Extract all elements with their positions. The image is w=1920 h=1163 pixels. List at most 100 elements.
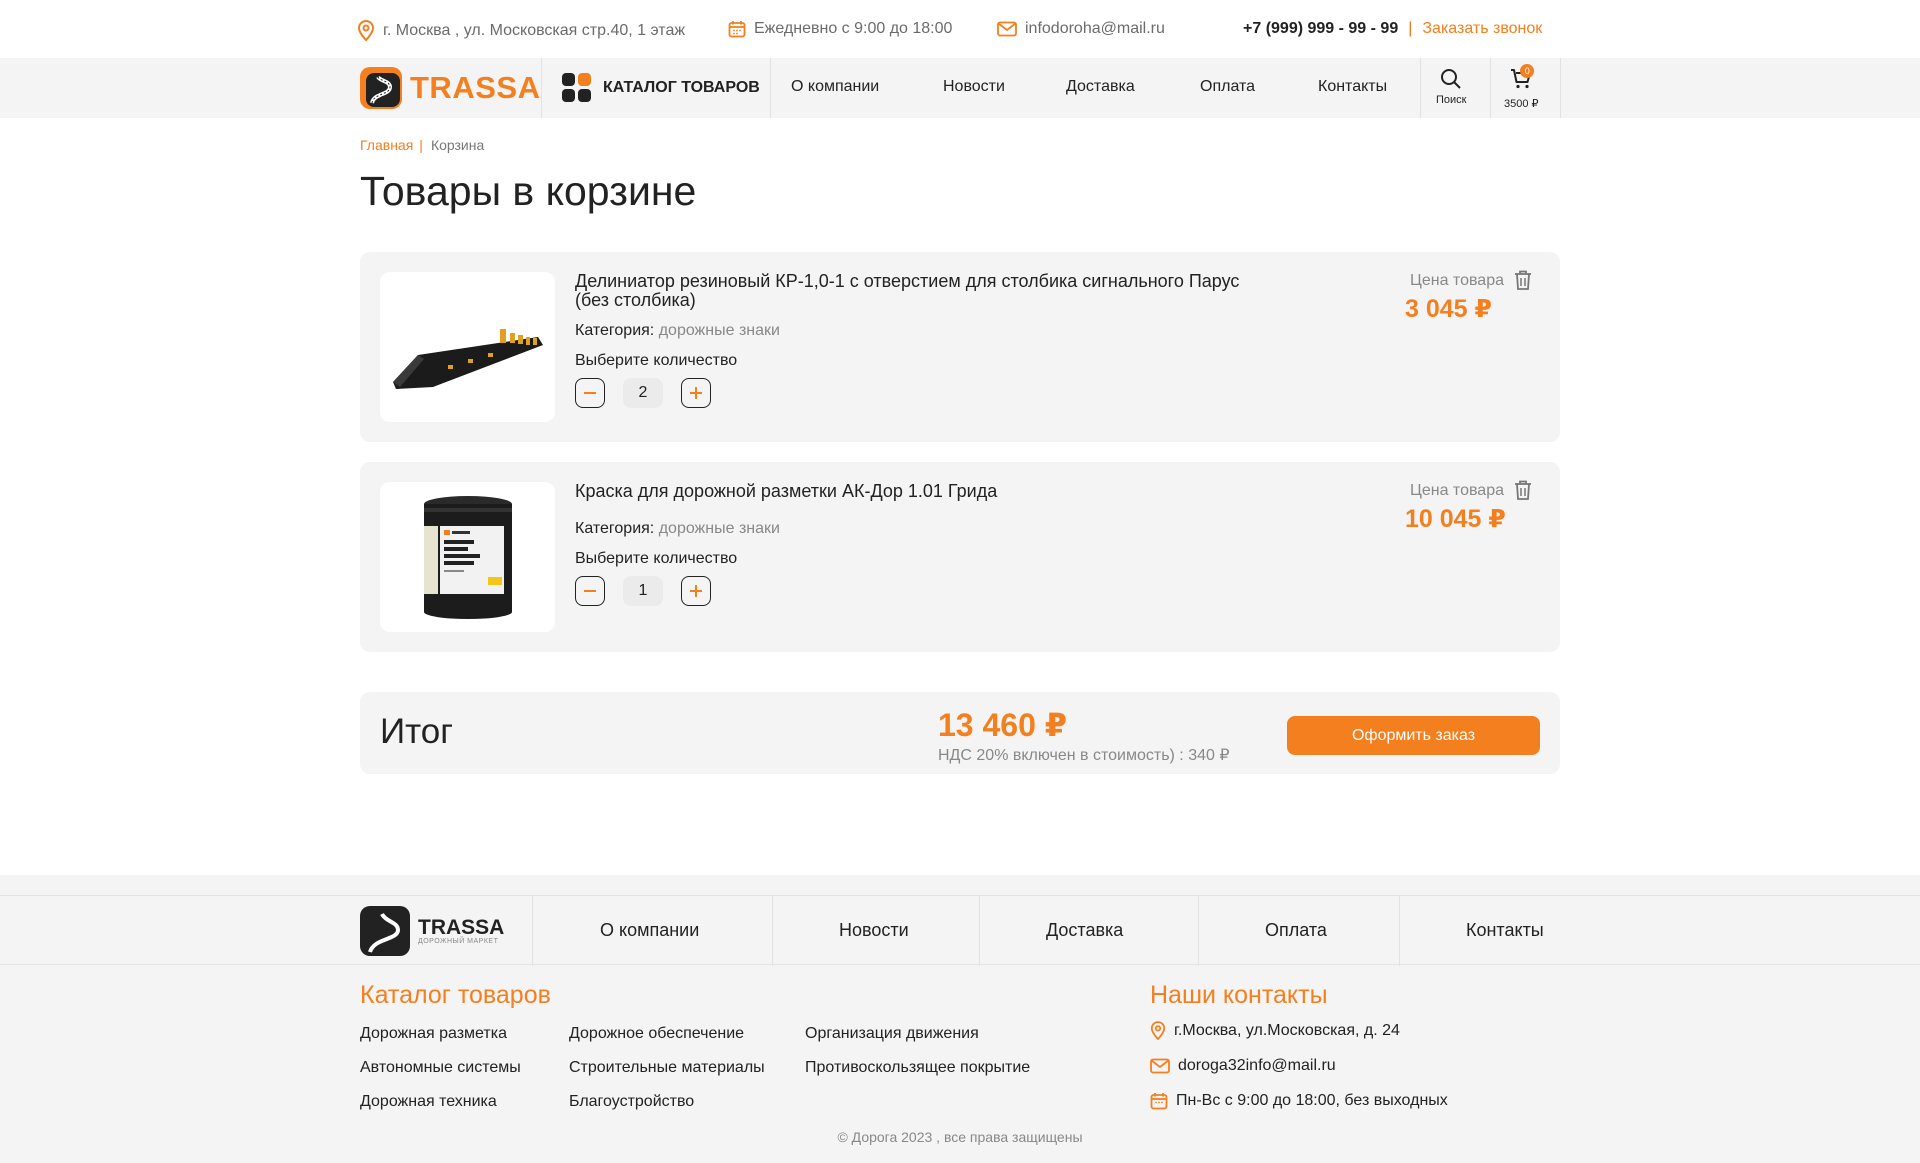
choose-qty-label: Выберите количество [575, 352, 738, 369]
hours-info: Ежедневно с 9:00 до 18:00 [728, 20, 952, 38]
delineator-product-image [392, 329, 543, 389]
catalog-link[interactable]: Строительные материалы [569, 1059, 765, 1077]
footer-logo-text: TRASSA [418, 915, 505, 939]
paint-bucket-product-image [423, 496, 512, 619]
callback-link[interactable]: Заказать звонок [1422, 20, 1542, 38]
footer-link-contacts[interactable]: Контакты [1466, 920, 1544, 941]
catalog-link[interactable]: Дорожное обеспечение [569, 1025, 744, 1043]
logo-road-icon [360, 906, 410, 956]
footer-logo[interactable]: TRASSA ДОРОЖНЫЙ МАРКЕТ [360, 906, 504, 956]
search-button[interactable]: Поиск [1436, 68, 1466, 106]
catalog-link[interactable]: Противоскользящее покрытие [805, 1059, 1030, 1077]
location-pin-icon [357, 20, 375, 42]
price-value: 10 045 ₽ [1405, 505, 1506, 533]
qty-value[interactable]: 2 [623, 378, 663, 408]
price-value: 3 045 ₽ [1405, 295, 1492, 323]
footer-address: г.Москва, ул.Московская, д. 24 [1150, 1021, 1400, 1041]
site-logo[interactable]: TRASSA [360, 66, 540, 110]
search-label: Поиск [1436, 94, 1467, 106]
nav-link-payment[interactable]: Оплата [1200, 78, 1255, 96]
site-footer: TRASSA ДОРОЖНЫЙ МАРКЕТ О компании Новост… [0, 875, 1920, 1163]
remove-item-button[interactable] [1514, 270, 1532, 295]
cart-item: Краска для дорожной разметки АК-Дор 1.01… [360, 462, 1560, 652]
qty-increase-button[interactable] [681, 576, 711, 606]
nav-link-about[interactable]: О компании [791, 78, 879, 96]
footer-hours: Пн-Вс с 9:00 до 18:00, без выходных [1150, 1092, 1448, 1110]
qty-decrease-button[interactable] [575, 576, 605, 606]
footer-link-payment[interactable]: Оплата [1265, 920, 1327, 941]
nav-divider [1560, 58, 1561, 118]
quantity-stepper: 1 [575, 576, 711, 606]
cart-button[interactable]: 0 3500 ₽ [1504, 64, 1539, 110]
mail-icon [997, 21, 1017, 37]
minus-icon [584, 392, 596, 394]
nav-link-contacts[interactable]: Контакты [1318, 78, 1387, 96]
footer-address-text: г.Москва, ул.Московская, д. 24 [1174, 1022, 1400, 1039]
footer-divider [532, 896, 533, 966]
breadcrumb-home[interactable]: Главная [360, 137, 413, 153]
catalog-grid-icon [562, 73, 591, 102]
email-info[interactable]: infodoroha@mail.ru [997, 20, 1165, 38]
phone-divider: | [1408, 20, 1413, 37]
nav-divider [770, 58, 771, 118]
footer-divider [1198, 896, 1199, 966]
nav-link-news[interactable]: Новости [943, 78, 1005, 96]
breadcrumb-current: Корзина [430, 137, 485, 153]
email-link[interactable]: infodoroha@mail.ru [1025, 20, 1165, 38]
phone-block: +7 (999) 999 - 99 - 99 | Заказать звонок [1243, 20, 1542, 38]
copyright: © Дорога 2023 , все права защищены [837, 1129, 1083, 1145]
category-value[interactable]: дорожные знаки [659, 520, 780, 537]
cart-total-label: 3500 ₽ [1504, 98, 1539, 110]
address-text: г. Москва , ул. Московская стр.40, 1 эта… [383, 22, 686, 39]
top-info-bar: г. Москва , ул. Московская стр.40, 1 эта… [0, 0, 1920, 58]
nav-link-delivery[interactable]: Доставка [1066, 78, 1135, 96]
nav-divider [541, 58, 542, 118]
catalog-link[interactable]: Дорожная разметка [360, 1025, 507, 1043]
footer-email[interactable]: doroga32info@mail.ru [1150, 1057, 1336, 1075]
logo-road-icon [360, 67, 402, 109]
category-label: Категория: [575, 322, 655, 339]
price-label: Цена товара [1410, 482, 1504, 499]
choose-qty-label: Выберите количество [575, 550, 738, 567]
catalog-button[interactable]: КАТАЛОГ ТОВАРОВ [562, 73, 760, 102]
footer-link-about[interactable]: О компании [600, 920, 699, 941]
qty-increase-button[interactable] [681, 378, 711, 408]
total-label: Итог [380, 712, 454, 751]
footer-divider [1399, 896, 1400, 966]
footer-email-text[interactable]: doroga32info@mail.ru [1178, 1057, 1336, 1075]
phone-number[interactable]: +7 (999) 999 - 99 - 99 [1243, 20, 1398, 38]
product-name[interactable]: Краска для дорожной разметки АК-Дор 1.01… [575, 482, 1275, 501]
footer-link-news[interactable]: Новости [839, 920, 909, 941]
remove-item-button[interactable] [1514, 480, 1532, 505]
footer-nav: TRASSA ДОРОЖНЫЙ МАРКЕТ О компании Новост… [0, 895, 1920, 966]
mail-icon [1150, 1058, 1170, 1074]
price-label: Цена товара [1410, 272, 1504, 289]
category-value[interactable]: дорожные знаки [659, 322, 780, 339]
catalog-link[interactable]: Благоустройство [569, 1093, 694, 1111]
hours-text: Ежедневно с 9:00 до 18:00 [754, 20, 953, 37]
logo-text: TRASSA [410, 70, 541, 105]
category-label: Категория: [575, 520, 655, 537]
footer-hours-text: Пн-Вс с 9:00 до 18:00, без выходных [1176, 1092, 1448, 1109]
quantity-stepper: 2 [575, 378, 711, 408]
location-pin-icon [1150, 1021, 1166, 1041]
product-image[interactable] [380, 272, 555, 422]
qty-decrease-button[interactable] [575, 378, 605, 408]
footer-divider [772, 896, 773, 966]
qty-value[interactable]: 1 [623, 576, 663, 606]
vat-note: НДС 20% включен в стоимость) : 340 ₽ [938, 747, 1230, 764]
nav-divider [1490, 58, 1491, 118]
footer-link-delivery[interactable]: Доставка [1046, 920, 1123, 941]
checkout-button[interactable]: Оформить заказ [1287, 716, 1540, 755]
trash-icon [1515, 480, 1531, 500]
product-image[interactable] [380, 482, 555, 632]
catalog-link[interactable]: Организация движения [805, 1025, 979, 1043]
catalog-link[interactable]: Дорожная техника [360, 1093, 497, 1111]
plus-icon [690, 585, 702, 597]
footer-divider [979, 896, 980, 966]
page-title: Товары в корзине [360, 168, 697, 214]
product-name[interactable]: Делиниатор резиновый КР-1,0-1 с отверсти… [575, 272, 1275, 310]
total-sum: 13 460 ₽ [938, 707, 1068, 743]
cart-item: Делиниатор резиновый КР-1,0-1 с отверсти… [360, 252, 1560, 442]
catalog-link[interactable]: Автономные системы [360, 1059, 521, 1077]
